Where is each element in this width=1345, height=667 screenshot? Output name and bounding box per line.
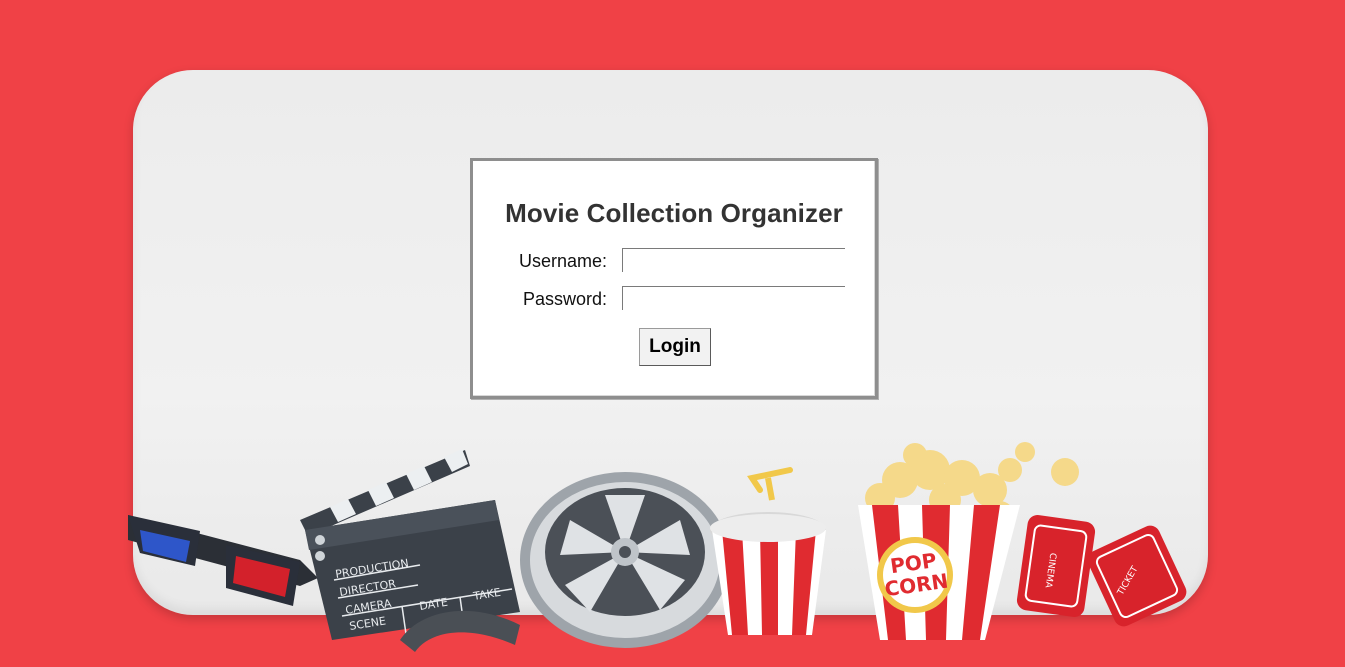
login-panel: Movie Collection Organizer Username: Pas…: [470, 158, 878, 399]
cinema-ticket-icon: TICKET: [1087, 525, 1187, 627]
username-label: Username:: [518, 251, 607, 271]
film-reel-icon: [520, 472, 730, 648]
login-button[interactable]: Login: [639, 328, 711, 366]
cinema-ticket-icon: CINEMA: [1016, 515, 1096, 617]
clapperboard-icon: PRODUCTION DIRECTOR CAMERA DATE TAKE SCE…: [300, 449, 520, 640]
password-input[interactable]: [622, 286, 845, 310]
password-label: Password:: [522, 289, 607, 309]
page-title: Movie Collection Organizer: [505, 198, 843, 228]
3d-glasses-icon: [128, 515, 318, 606]
username-input[interactable]: [622, 248, 845, 272]
drink-cup-icon: [710, 467, 826, 635]
